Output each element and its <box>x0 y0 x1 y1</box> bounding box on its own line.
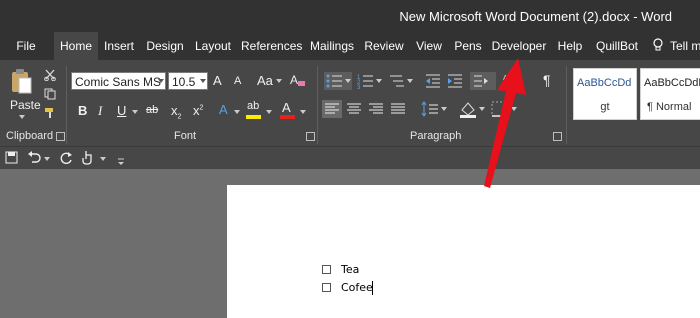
tab-help[interactable]: Help <box>555 32 585 60</box>
style-gt-preview: AaBbCcDd <box>577 77 632 89</box>
paragraph-group-label: Paragraph <box>410 130 462 142</box>
clipboard-dialog-launcher[interactable] <box>56 132 65 141</box>
strikethrough-button[interactable]: ab <box>146 104 158 116</box>
align-center-icon[interactable] <box>344 100 364 118</box>
tab-design[interactable]: Design <box>144 32 186 60</box>
font-dialog-launcher[interactable] <box>306 132 315 141</box>
undo-caret[interactable] <box>44 157 50 161</box>
style-normal[interactable]: AaBbCcDdE ¶ Normal <box>640 68 700 120</box>
text-cursor <box>372 281 373 295</box>
paste-icon[interactable] <box>10 68 32 96</box>
justify-icon[interactable] <box>388 100 408 118</box>
divider <box>317 66 318 144</box>
title-bar: New Microsoft Word Document (2).docx - W… <box>0 0 700 32</box>
touch-mode-icon[interactable] <box>82 150 94 165</box>
line-spacing-icon[interactable] <box>420 100 448 118</box>
tab-layout[interactable]: Layout <box>193 32 233 60</box>
tab-references[interactable]: References <box>241 32 302 60</box>
checkbox-tea[interactable] <box>322 265 331 274</box>
divider <box>66 66 67 144</box>
format-painter-icon[interactable] <box>44 106 56 118</box>
svg-text:3: 3 <box>357 85 361 90</box>
paste-dropdown-caret[interactable] <box>19 115 25 119</box>
font-color-caret[interactable] <box>300 110 306 114</box>
align-left-icon[interactable] <box>322 100 342 118</box>
tab-review[interactable]: Review <box>364 32 404 60</box>
italic-button[interactable]: I <box>98 103 102 119</box>
tab-mailings[interactable]: Mailings <box>308 32 356 60</box>
font-size-caret[interactable] <box>200 79 206 83</box>
underline-button[interactable]: U <box>117 103 126 118</box>
increase-indent-icon[interactable] <box>446 72 464 90</box>
decrease-indent-icon[interactable] <box>424 72 442 90</box>
paste-button[interactable]: Paste <box>10 98 41 112</box>
highlight-color-bar <box>246 115 261 119</box>
underline-caret[interactable] <box>132 110 138 114</box>
tab-view[interactable]: View <box>412 32 446 60</box>
tab-file[interactable]: File <box>8 32 44 60</box>
style-gt[interactable]: AaBbCcDd gt <box>573 68 637 120</box>
style-gt-name: gt <box>600 101 610 113</box>
ribbon-home: Paste Clipboard Comic Sans MS 10.5 A A A… <box>0 60 700 147</box>
tab-insert[interactable]: Insert <box>100 32 138 60</box>
font-name-caret[interactable] <box>158 79 164 83</box>
clear-formatting-icon[interactable]: A <box>290 72 306 88</box>
copy-icon[interactable] <box>44 87 56 100</box>
document-page[interactable]: Tea Cofee <box>227 185 700 318</box>
bold-button[interactable]: B <box>78 103 87 118</box>
paragraph-dialog-launcher[interactable] <box>553 132 562 141</box>
change-case-caret[interactable] <box>276 79 282 83</box>
annotation-arrow <box>484 58 526 188</box>
checkbox-cofee[interactable] <box>322 283 331 292</box>
quick-access-toolbar <box>0 147 700 169</box>
text-effects-button[interactable]: A <box>219 102 228 117</box>
multilevel-list-icon[interactable] <box>388 72 414 90</box>
repeat-icon[interactable] <box>60 151 73 165</box>
align-right-icon[interactable] <box>366 100 386 118</box>
list-item-cofee[interactable]: Cofee <box>341 281 373 294</box>
bullets-icon[interactable] <box>324 72 352 90</box>
font-group-label: Font <box>174 130 197 142</box>
style-normal-name: ¶ Normal <box>647 101 692 113</box>
font-color-bar <box>280 115 295 119</box>
svg-text:A: A <box>290 73 298 87</box>
cut-icon[interactable] <box>44 68 56 82</box>
font-color-button[interactable]: A <box>282 100 291 115</box>
highlight-button[interactable]: ab <box>247 100 259 112</box>
clipboard-group-label: Clipboard <box>6 130 54 142</box>
tab-home[interactable]: Home <box>54 32 98 60</box>
window-title: New Microsoft Word Document (2).docx - W… <box>399 9 672 24</box>
ribbon-tabs: File Home Insert Design Layout Reference… <box>0 32 700 60</box>
tab-quillbot[interactable]: QuillBot <box>592 32 642 60</box>
font-name-box[interactable]: Comic Sans MS <box>71 72 166 90</box>
style-normal-preview: AaBbCcDdE <box>644 77 700 89</box>
undo-icon[interactable] <box>27 151 41 164</box>
save-icon[interactable] <box>5 151 18 164</box>
numbering-icon[interactable]: 123 <box>357 72 383 91</box>
list-item-tea[interactable]: Tea <box>341 263 359 276</box>
customize-qat-icon[interactable] <box>117 153 125 165</box>
superscript-button[interactable]: x2 <box>193 103 203 118</box>
subscript-button[interactable]: x2 <box>171 103 181 121</box>
show-formatting-marks-button[interactable]: ¶ <box>543 72 551 88</box>
change-case-button[interactable]: Aa <box>257 73 273 88</box>
text-effects-caret[interactable] <box>234 110 240 114</box>
shrink-font-button[interactable]: A <box>234 75 241 87</box>
grow-font-button[interactable]: A <box>213 73 222 88</box>
tab-tell-me[interactable]: Tell m <box>670 32 700 60</box>
lightbulb-icon[interactable] <box>653 38 663 52</box>
highlight-caret[interactable] <box>266 110 272 114</box>
divider <box>566 66 567 144</box>
touch-mode-caret[interactable] <box>100 157 106 161</box>
